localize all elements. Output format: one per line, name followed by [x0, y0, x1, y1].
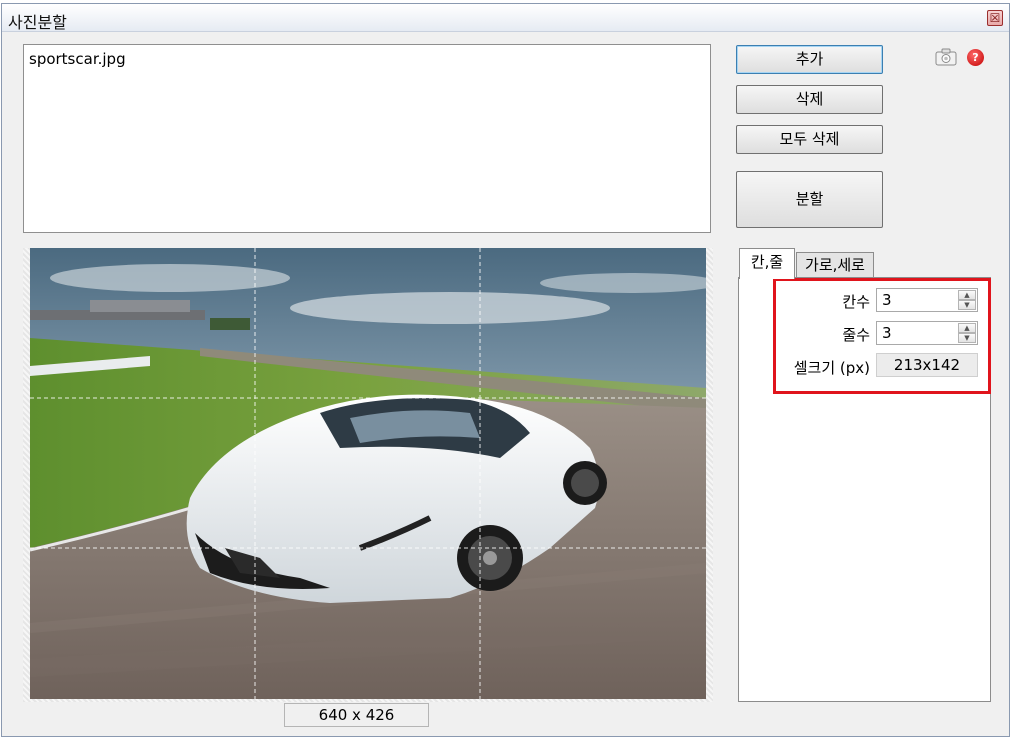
tab-columns-rows[interactable]: 칸,줄 [739, 248, 795, 279]
list-item[interactable]: sportscar.jpg [29, 50, 126, 68]
file-list[interactable]: sportscar.jpg [23, 44, 711, 233]
window-title: 사진분할 [8, 13, 67, 32]
close-icon: ☒ [989, 11, 1001, 25]
camera-icon[interactable] [935, 48, 957, 66]
tab-width-height[interactable]: 가로,세로 [796, 252, 874, 278]
delete-button[interactable]: 삭제 [736, 85, 883, 114]
image-size-display: 640 x 426 [284, 703, 429, 727]
help-icon[interactable]: ? [967, 49, 984, 66]
split-button[interactable]: 분할 [736, 171, 883, 228]
add-button[interactable]: 추가 [736, 45, 883, 74]
title-bar: 사진분할 ☒ [2, 4, 1009, 32]
image-preview [23, 248, 713, 702]
highlight-annotation [773, 278, 991, 394]
close-button[interactable]: ☒ [987, 10, 1003, 26]
photo-image [30, 248, 706, 699]
delete-all-button[interactable]: 모두 삭제 [736, 125, 883, 154]
